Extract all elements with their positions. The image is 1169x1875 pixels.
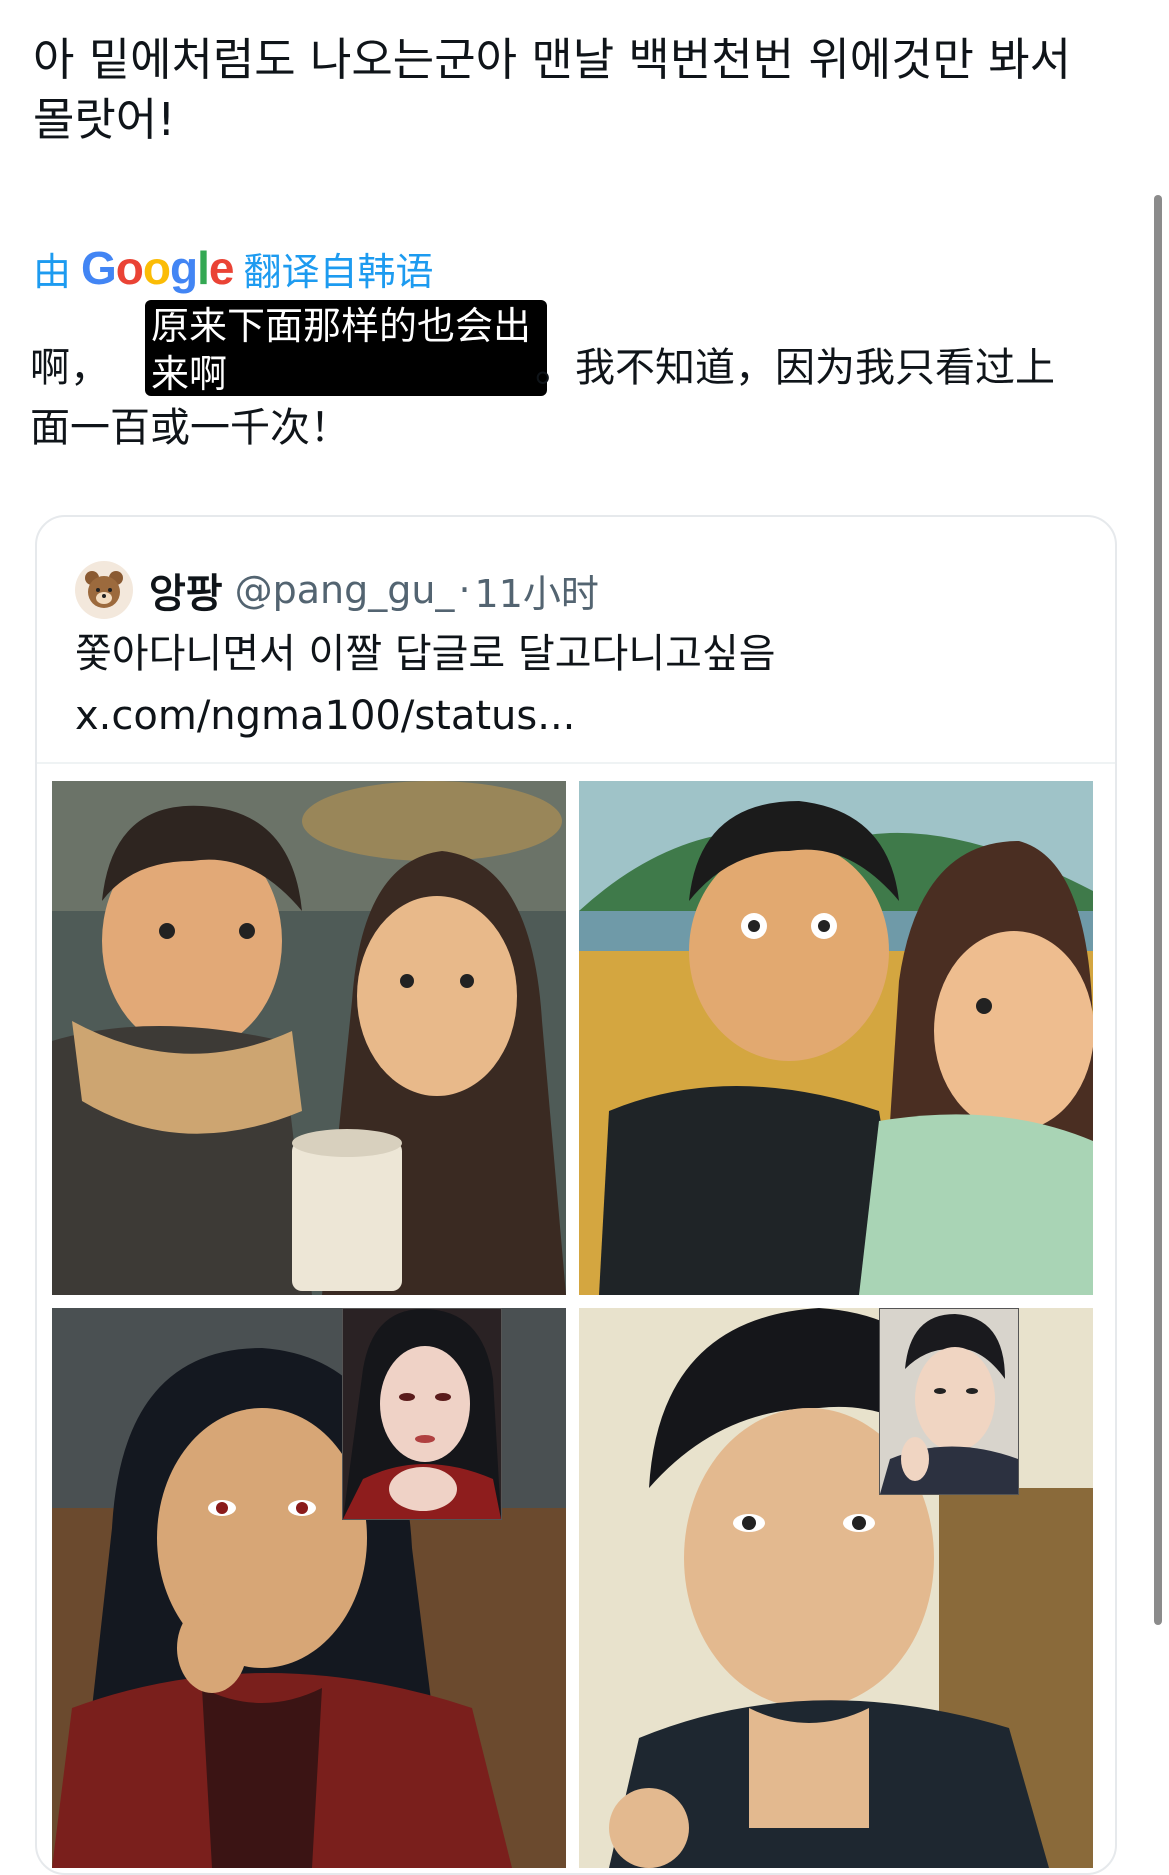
image-couple-cafe[interactable] [52, 781, 566, 1295]
image-man-hoodie[interactable] [579, 1308, 1093, 1868]
quoted-tweet-card[interactable]: 앙팡 @pang_gu_ · 11小时 쫓아다니면서 이짤 답글로 달고다니고싶… [35, 515, 1117, 1875]
divider [37, 762, 1115, 764]
translated-suffix: 。我不知道，因为我只看过上 [535, 345, 1055, 391]
inset-photo-man[interactable] [342, 1308, 502, 1520]
translated-text: 啊， 原来下面那样的也会出来啊 。我不知道，因为我只看过上 面一百或一千次！ [30, 300, 1110, 451]
translated-line2: 面一百或一千次！ [30, 405, 350, 451]
google-logo: Google [81, 242, 234, 294]
image-couple-field[interactable] [579, 781, 1093, 1295]
bear-avatar-icon[interactable] [75, 561, 133, 619]
selected-text-highlight[interactable]: 原来下面那样的也会出来啊 [145, 300, 547, 396]
quoted-tweet-header: 앙팡 @pang_gu_ · 11小时 [75, 555, 599, 625]
inset-photo-man-2[interactable] [879, 1308, 1019, 1495]
translated-from-label: 翻译自韩语 [243, 249, 434, 294]
translated-by-google-link[interactable]: 由 Google 翻译自韩语 [33, 240, 434, 296]
meta-separator: · [458, 568, 471, 612]
quoted-display-name[interactable]: 앙팡 [149, 561, 223, 619]
quoted-tweet-text: 쫓아다니면서 이짤 답글로 달고다니고싶음 x.com/ngma100/stat… [75, 631, 776, 739]
translated-by-prefix: 由 [33, 249, 72, 294]
quoted-handle[interactable]: @pang_gu_ [235, 568, 455, 612]
scrollbar[interactable] [1154, 195, 1162, 1625]
image-man-red-jacket[interactable] [52, 1308, 566, 1868]
quoted-timestamp[interactable]: 11小时 [475, 563, 599, 618]
translated-prefix: 啊， [30, 345, 110, 391]
tweet-text: 아 밑에처럼도 나오는군아 맨날 백번천번 위에것만 봐서 몰랏어! [33, 33, 1072, 146]
